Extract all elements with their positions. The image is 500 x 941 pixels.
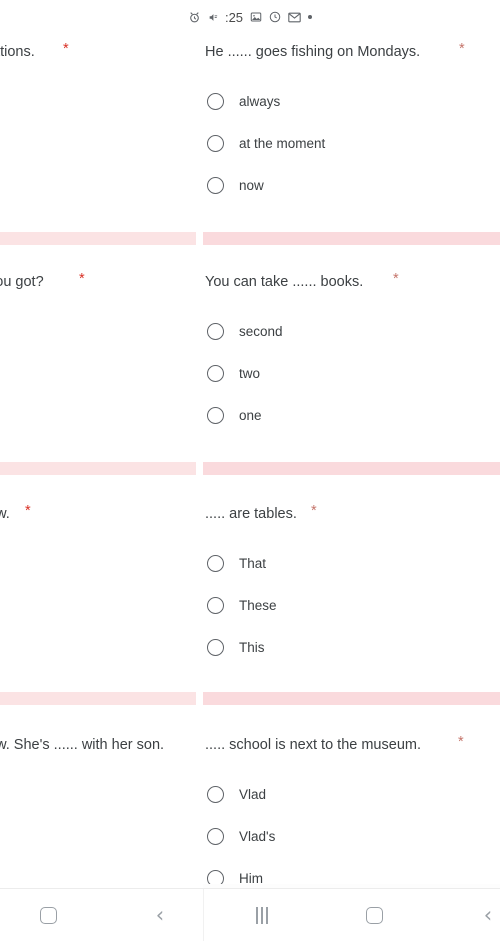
option-label: Vlad's: [239, 828, 276, 844]
option-row[interactable]: Vlad's: [207, 825, 275, 847]
option-row[interactable]: at the moment: [207, 132, 325, 154]
radio-button[interactable]: [207, 92, 224, 110]
three-bars-icon: [256, 906, 268, 924]
radio-button[interactable]: [207, 785, 224, 803]
status-time: :25: [224, 9, 244, 25]
option-row[interactable]: Vlad: [207, 783, 266, 805]
left-separator-band-2: [0, 462, 196, 475]
option-label: at the moment: [239, 135, 326, 151]
option-label: second: [239, 323, 283, 339]
radio-button[interactable]: [207, 176, 224, 194]
left-form-column: tations. * you got? * ow. * ow. She's ..…: [0, 34, 196, 888]
right-form-column: He ...... goes fishing on Mondays. * alw…: [203, 34, 500, 888]
radio-button[interactable]: [207, 134, 224, 152]
left-question-2-text: you got?: [0, 274, 44, 290]
question-4-text: ..... school is next to the museum.: [205, 737, 421, 753]
image-icon: [250, 11, 262, 23]
option-row[interactable]: two: [207, 362, 260, 384]
clock-icon: [269, 11, 281, 23]
option-label: two: [239, 365, 261, 381]
radio-button[interactable]: [207, 406, 224, 424]
left-question-1-required: *: [63, 41, 69, 57]
radio-button[interactable]: [207, 596, 224, 614]
system-navigation-bar: ‹ ‹: [0, 888, 500, 941]
left-question-3-required: *: [25, 503, 31, 519]
question-4-required: *: [458, 734, 464, 750]
question-1-text: He ...... goes fishing on Mondays.: [205, 44, 421, 60]
left-separator-band-1: [0, 232, 196, 245]
question-3-required: *: [311, 503, 317, 519]
left-separator-band-3: [0, 692, 196, 705]
recents-square-button[interactable]: [21, 889, 75, 941]
option-label: Vlad: [239, 786, 267, 802]
square-icon: [39, 906, 57, 924]
square-icon: [365, 906, 383, 924]
chevron-left-icon: ‹: [483, 902, 493, 927]
notification-dot-icon: [308, 15, 313, 19]
question-3-text: ..... are tables.: [205, 506, 297, 522]
option-row[interactable]: These: [207, 594, 277, 616]
separator-band-2: [203, 462, 500, 475]
nav-bar-right: ‹: [203, 889, 500, 941]
recents-bars-button[interactable]: [235, 889, 289, 941]
back-button[interactable]: ‹: [461, 889, 500, 941]
radio-button[interactable]: [207, 322, 224, 340]
back-button[interactable]: ‹: [133, 889, 187, 941]
option-row[interactable]: That: [207, 552, 266, 574]
question-2-required: *: [393, 271, 399, 287]
option-row[interactable]: second: [207, 320, 283, 342]
left-question-2-required: *: [79, 271, 85, 287]
radio-button[interactable]: [207, 638, 224, 656]
option-label: That: [239, 555, 267, 571]
gmail-icon: [288, 12, 301, 23]
question-1-required: *: [459, 41, 465, 57]
chevron-left-icon: ‹: [155, 902, 165, 927]
option-label: now: [239, 177, 264, 193]
option-row[interactable]: This: [207, 636, 265, 658]
option-row[interactable]: one: [207, 404, 262, 426]
option-row[interactable]: now: [207, 174, 264, 196]
radio-button[interactable]: [207, 554, 224, 572]
nav-bar-left: ‹: [0, 889, 203, 941]
radio-button[interactable]: [207, 827, 224, 845]
left-question-3-text: ow.: [0, 506, 10, 522]
option-label: always: [239, 93, 281, 109]
mute-icon: [208, 12, 218, 23]
left-question-1-text: tations.: [0, 44, 35, 60]
alarm-clock-icon: [188, 11, 201, 24]
option-label: This: [239, 639, 265, 655]
option-label: one: [239, 407, 262, 423]
left-question-4-text: ow. She's ...... with her son.: [0, 737, 165, 753]
radio-button[interactable]: [207, 364, 224, 382]
option-label: These: [239, 597, 277, 613]
status-bar: :25: [0, 0, 500, 34]
separator-band-1: [203, 232, 500, 245]
home-square-button[interactable]: [347, 889, 401, 941]
option-row[interactable]: always: [207, 90, 280, 112]
separator-band-3: [203, 692, 500, 705]
question-2-text: You can take ...... books.: [205, 274, 364, 290]
